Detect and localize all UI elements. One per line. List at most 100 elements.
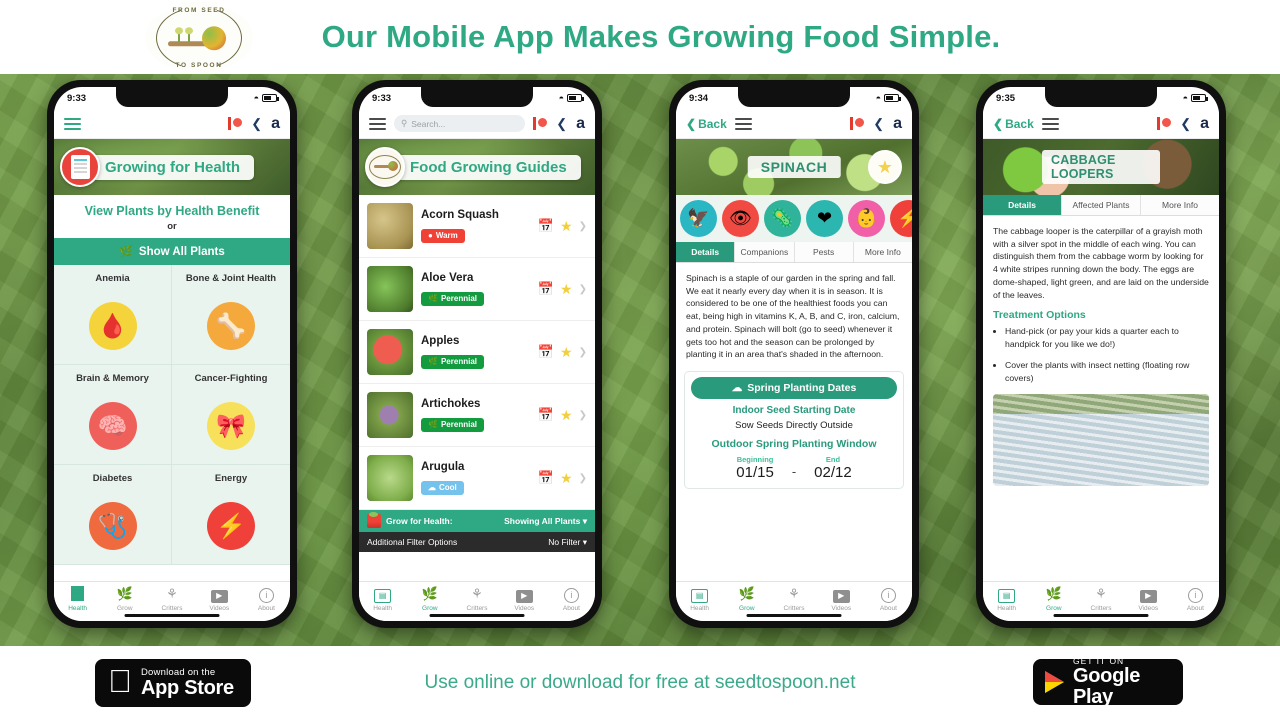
subtab-pests[interactable]: Pests [794, 242, 854, 262]
patreon-icon[interactable] [533, 117, 548, 130]
amazon-icon[interactable]: a [271, 115, 280, 132]
tab-videos[interactable]: ▶ Videos [501, 585, 548, 612]
play-icon: ▶ [1139, 589, 1157, 603]
tab-critters[interactable]: ⚘ Critters [770, 585, 817, 612]
subtab-details[interactable]: Details [983, 195, 1062, 215]
tab-health[interactable]: ▤ Health [676, 585, 723, 612]
benefit-icon: ⚡ [207, 502, 255, 550]
antibacterial-icon[interactable]: 🦠 [764, 200, 801, 237]
subtab-companions[interactable]: Companions [735, 242, 795, 262]
share-icon[interactable]: ❮ [1180, 116, 1191, 132]
eye-health-icon[interactable]: 👁 [722, 200, 759, 237]
tab-critters[interactable]: ⚘ Critters [148, 585, 195, 612]
share-icon[interactable]: ❮ [556, 116, 567, 132]
health-benefit-grid: Anemia 🩸 Bone & Joint Health 🦴 Brain & Memor… [54, 265, 290, 565]
hamburger-icon[interactable] [369, 117, 386, 130]
info-icon: i [880, 588, 896, 603]
home-indicator [746, 613, 842, 617]
plant-description: Spinach is a staple of our garden in the… [686, 273, 900, 360]
calendar-icon[interactable]: 📅 [538, 470, 554, 486]
chevron-left-icon: ❮ [686, 116, 697, 131]
benefit-cell[interactable]: Cancer-Fighting 🎀 [172, 365, 290, 465]
season-tag: 🌿 Perennial [421, 417, 484, 432]
tab-grow[interactable]: 🌿 Grow [101, 585, 148, 612]
energy-icon[interactable]: ⚡ [890, 200, 912, 237]
play-icon: ▶ [832, 589, 850, 603]
benefit-cell[interactable]: Diabetes 🩺 [54, 465, 172, 565]
subtab-details[interactable]: Details [676, 242, 736, 262]
heart-health-icon[interactable]: ❤ [806, 200, 843, 237]
calendar-icon[interactable]: 📅 [538, 281, 554, 297]
show-all-plants-button[interactable]: 🌿 Show All Plants [54, 238, 290, 265]
hero-banner: Growing for Health [54, 139, 290, 195]
hamburger-icon[interactable] [734, 117, 752, 130]
tab-label: Grow [422, 605, 438, 612]
tab-health[interactable]: ▤ Health [983, 585, 1030, 612]
tab-health[interactable]: ▤ Health [359, 585, 406, 612]
grow-for-health-filter[interactable]: Grow for Health: Showing All Plants ▾ [359, 510, 595, 532]
anemia-icon[interactable]: 🦅 [680, 200, 717, 237]
back-button[interactable]: ❮ Back [686, 117, 727, 131]
indoor-seed-value: Sow Seeds Directly Outside [735, 419, 853, 431]
tab-about[interactable]: i About [865, 585, 912, 612]
patreon-icon[interactable] [228, 117, 243, 130]
amazon-icon[interactable]: a [576, 115, 585, 132]
tab-about[interactable]: i About [1172, 585, 1219, 612]
phone-mockup-guides: 9:33 ◓ ⚲ Search... ❮ a Food Growing Guid… [352, 80, 602, 628]
amazon-icon[interactable]: a [893, 115, 902, 132]
plant-list-item[interactable]: Artichokes 🌿 Perennial 📅 ★ ❯ [359, 384, 595, 447]
hamburger-icon[interactable] [64, 117, 81, 130]
amazon-icon[interactable]: a [1200, 115, 1209, 132]
favorite-star-icon[interactable]: ★ [560, 218, 573, 235]
tab-about[interactable]: i About [548, 585, 595, 612]
favorite-star-icon[interactable]: ★ [868, 150, 902, 184]
screen-health: 9:33 ◓ ❮ a Growing for Health View Plant… [54, 87, 290, 621]
favorite-star-icon[interactable]: ★ [560, 281, 573, 298]
patreon-icon[interactable] [850, 117, 865, 130]
search-input[interactable]: ⚲ Search... [394, 115, 526, 132]
plant-list-item[interactable]: Acorn Squash ● Warm 📅 ★ ❯ [359, 195, 595, 258]
app-navbar: ❮ a [54, 109, 290, 139]
back-button[interactable]: ❮ Back [993, 117, 1034, 131]
favorite-star-icon[interactable]: ★ [560, 407, 573, 424]
logo-circle: FROM SEED TO SPOON [145, 4, 253, 72]
tab-videos[interactable]: ▶ Videos [818, 585, 865, 612]
page-title: Our Mobile App Makes Growing Food Simple… [321, 19, 1001, 54]
tab-grow[interactable]: 🌿 Grow [723, 585, 770, 612]
tab-health[interactable]: ▤ Health [54, 585, 101, 612]
pregnancy-icon[interactable]: 👶 [848, 200, 885, 237]
plant-list-item[interactable]: Apples 🌿 Perennial 📅 ★ ❯ [359, 321, 595, 384]
google-play-badge[interactable]: GET IT ON Google Play [1033, 656, 1183, 708]
tab-critters[interactable]: ⚘ Critters [453, 585, 500, 612]
tab-critters[interactable]: ⚘ Critters [1077, 585, 1124, 612]
plant-list-item[interactable]: Aloe Vera 🌿 Perennial 📅 ★ ❯ [359, 258, 595, 321]
calendar-icon[interactable]: 📅 [538, 344, 554, 360]
calendar-icon[interactable]: 📅 [538, 218, 554, 234]
calendar-icon[interactable]: 📅 [538, 407, 554, 423]
app-navbar: ❮ Back ❮ a [676, 109, 912, 139]
patreon-icon[interactable] [1157, 117, 1172, 130]
subtab-more-info[interactable]: More Info [853, 242, 912, 262]
tab-about[interactable]: i About [243, 585, 290, 612]
benefit-cell[interactable]: Energy ⚡ [172, 465, 290, 565]
tab-videos[interactable]: ▶ Videos [196, 585, 243, 612]
hamburger-icon[interactable] [1041, 117, 1059, 130]
benefit-cell[interactable]: Bone & Joint Health 🦴 [172, 265, 290, 365]
app-store-badge[interactable]:  Download on the App Store [95, 659, 251, 707]
benefit-cell[interactable]: Anemia 🩸 [54, 265, 172, 365]
subtab-affected-plants[interactable]: Affected Plants [1062, 195, 1141, 215]
additional-filter-options[interactable]: Additional Filter Options No Filter ▾ [359, 532, 595, 552]
tab-videos[interactable]: ▶ Videos [1125, 585, 1172, 612]
plant-list-icon [60, 147, 100, 187]
plant-list-item[interactable]: Arugula ☁ Cool 📅 ★ ❯ [359, 447, 595, 510]
favorite-star-icon[interactable]: ★ [560, 344, 573, 361]
tab-grow[interactable]: 🌿 Grow [1030, 585, 1077, 612]
info-icon: i [563, 588, 579, 603]
plant-name: Acorn Squash [421, 209, 499, 221]
benefit-cell[interactable]: Brain & Memory 🧠 [54, 365, 172, 465]
favorite-star-icon[interactable]: ★ [560, 470, 573, 487]
tab-grow[interactable]: 🌿 Grow [406, 585, 453, 612]
subtab-more-info[interactable]: More Info [1141, 195, 1219, 215]
share-icon[interactable]: ❮ [251, 116, 262, 132]
share-icon[interactable]: ❮ [873, 116, 884, 132]
